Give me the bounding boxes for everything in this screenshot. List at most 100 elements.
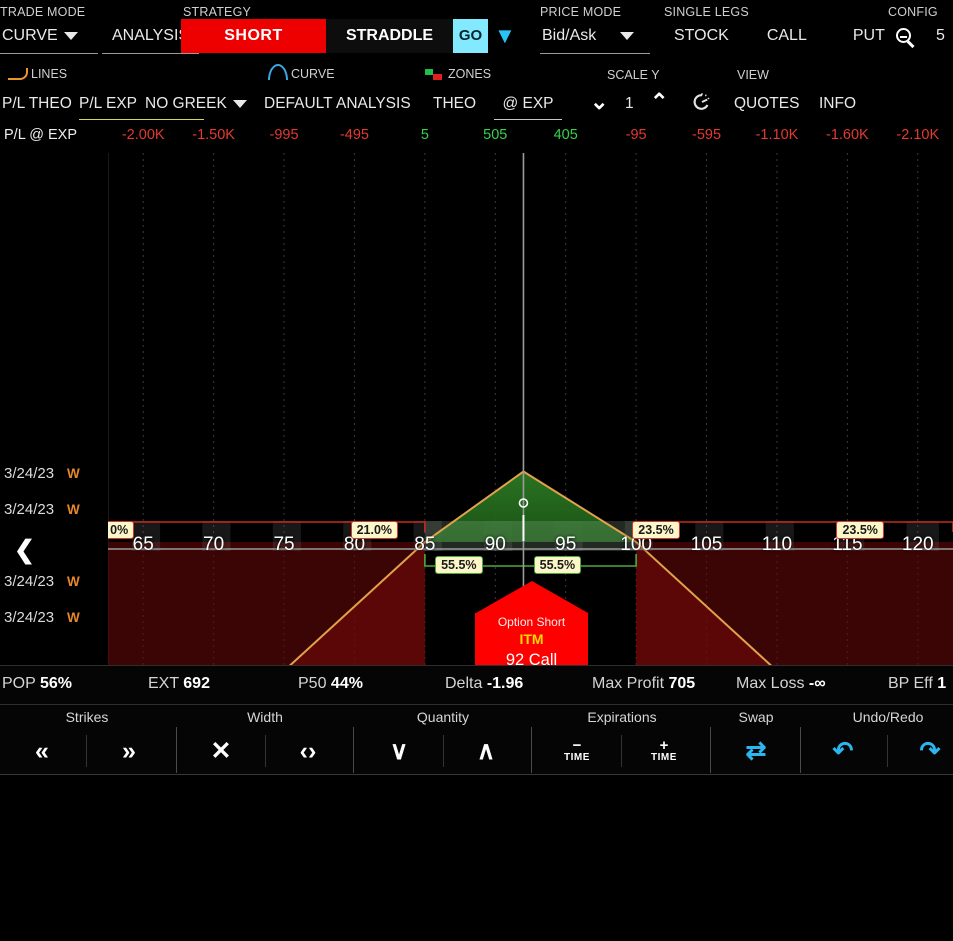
stat-value: -1.96 <box>486 675 524 692</box>
stats-bar: POP 56% EXT 692 P50 44% Delta -1.96 Max Prof… <box>0 665 953 705</box>
curve-toggle[interactable]: CURVE <box>268 63 335 81</box>
greek-select[interactable]: NO GREEK <box>145 92 253 116</box>
at-exp-tab[interactable]: @ EXP <box>494 92 562 120</box>
stat-label: EXT <box>148 675 179 692</box>
stat-label: Max Loss <box>736 675 805 692</box>
action-button-separator <box>886 735 888 767</box>
stat-label: Max Profit <box>592 675 665 692</box>
action-expirations-2[interactable]: + TIME <box>636 731 692 771</box>
zones-icon <box>425 68 443 80</box>
stat-label: Delta <box>445 675 483 692</box>
stat-value: 1 <box>937 675 947 692</box>
quotes-tab[interactable]: QUOTES <box>734 92 799 116</box>
config-value[interactable]: 5 <box>926 19 953 53</box>
action-group-caption: Swap <box>738 709 774 725</box>
single-legs-caption: SINGLE LEGS <box>664 5 749 19</box>
expiration-weekly-badge: W <box>67 610 80 625</box>
expiration-row[interactable]: 3/24/23 W <box>4 501 80 518</box>
stat-ext: EXT 692 <box>148 675 210 693</box>
action-swap-1[interactable]: ⇄ <box>728 731 784 771</box>
pl-axis-tick: 505 <box>483 127 508 143</box>
option-leg-tag[interactable]: Option Short ITM 92 Call 3/24 (22d) 3.60… <box>475 581 588 665</box>
analysis-tab[interactable]: ANALYSIS <box>336 92 411 116</box>
action-group-caption: Strikes <box>65 709 109 725</box>
zones-label: ZONES <box>448 67 492 81</box>
action-strikes-1[interactable]: « <box>14 731 70 771</box>
config-group: CONFIG 5 <box>888 5 953 53</box>
options-analysis-app: TRADE MODE CURVE ANALYSIS STRATEGY SHORT… <box>0 0 953 941</box>
greek-value: NO GREEK <box>145 95 227 112</box>
scale-y-increase-icon[interactable]: ⌃ <box>650 91 668 113</box>
stat-delta: Delta -1.96 <box>445 675 523 693</box>
stat-value: 705 <box>668 675 696 692</box>
strategy-direction-button[interactable]: SHORT <box>181 19 326 53</box>
pl-axis-tick: -1.50K <box>192 127 235 143</box>
stat-value: 44% <box>330 675 363 692</box>
stat-label: BP Eff <box>888 675 933 692</box>
pl-axis-tick: -595 <box>692 127 722 143</box>
action-quantity-2[interactable]: ∧ <box>458 731 514 771</box>
config-caption: CONFIG <box>888 5 938 19</box>
expiration-row[interactable]: 3/24/23 W <box>4 609 80 626</box>
scale-y-caption: SCALE Y <box>607 68 660 82</box>
zoom-out-icon[interactable] <box>896 28 918 50</box>
stat-label: P50 <box>298 675 327 692</box>
expiration-row[interactable]: 3/24/23 W <box>4 465 80 482</box>
stat-max-loss: Max Loss -∞ <box>736 675 826 693</box>
order-panel: Order AMZN -1Mar 2422d92PSTO3.25-1Mar 24… <box>0 775 953 936</box>
action-undo-redo-2[interactable]: ↷ <box>902 731 953 771</box>
price-mode-caption: PRICE MODE <box>540 5 622 19</box>
action-quantity-1[interactable]: ∨ <box>371 731 427 771</box>
action-width-2[interactable]: ‹› <box>280 731 336 771</box>
single-legs-group: SINGLE LEGS STOCK CALL PUT <box>664 5 895 53</box>
pl-axis-tick: 5 <box>420 127 429 143</box>
zones-toggle[interactable]: ZONES <box>425 67 491 81</box>
expiration-date: 3/24/23 <box>4 573 55 590</box>
expiration-date: 3/24/23 <box>4 465 55 482</box>
trade-mode-caption: TRADE MODE <box>0 5 86 19</box>
curve-icon <box>268 63 288 80</box>
pl-exp-label: P/L EXP <box>79 95 138 112</box>
action-group-caption: Undo/Redo <box>852 709 924 725</box>
action-group-caption: Expirations <box>587 709 657 725</box>
trade-mode-group: TRADE MODE CURVE ANALYSIS <box>0 5 200 54</box>
lines-label: LINES <box>31 67 68 81</box>
theo-tab[interactable]: THEO <box>433 92 476 116</box>
top-toolbar: TRADE MODE CURVE ANALYSIS STRATEGY SHORT… <box>0 0 953 62</box>
action-undo-redo-1[interactable]: ↶ <box>815 731 871 771</box>
single-leg-stock-button[interactable]: STOCK <box>664 19 739 53</box>
collapse-left-icon[interactable]: ❮ <box>14 535 35 565</box>
action-width-1[interactable]: ✕ <box>193 731 249 771</box>
strategy-type-button[interactable]: STRADDLE <box>326 19 453 53</box>
expiration-weekly-badge: W <box>67 502 80 517</box>
trade-mode-value: CURVE <box>2 26 58 44</box>
action-expirations-1[interactable]: − TIME <box>549 731 605 771</box>
gauge-reset-icon[interactable] <box>692 92 712 112</box>
scale-y-decrease-icon[interactable]: ⌄ <box>590 91 608 113</box>
single-leg-call-button[interactable]: CALL <box>757 19 817 53</box>
option-tag-header: Option Short <box>497 615 566 629</box>
go-button[interactable]: GO <box>453 19 488 53</box>
pl-theo-tab[interactable]: P/L THEO <box>2 92 72 116</box>
price-mode-select[interactable]: Bid/Ask <box>540 19 650 54</box>
chart-options-toolbar: LINES CURVE ZONES SCALE Y VIEW P/L THEO … <box>0 62 953 120</box>
trade-mode-select[interactable]: CURVE <box>0 19 98 54</box>
action-toolbar: Strikes « » Width ✕ ‹› Quantity ∨ ∧ Expirations − T… <box>0 705 953 775</box>
at-exp-label: @ EXP <box>502 95 554 112</box>
lines-toggle[interactable]: LINES <box>8 67 67 81</box>
pl-axis-tick: -2.10K <box>896 127 940 143</box>
stat-label: POP <box>2 675 36 692</box>
default-tab[interactable]: DEFAULT <box>264 92 333 116</box>
expiration-weekly-badge: W <box>67 466 80 481</box>
expiration-row[interactable]: 3/24/23 W <box>4 573 80 590</box>
option-tag-contract: 92 Call <box>505 651 558 665</box>
pl-axis-header: P/L @ EXP -2.00K -1.50K -995 -495 5 505 405 -95… <box>0 120 953 153</box>
expiration-date: 3/24/23 <box>4 501 55 518</box>
info-tab[interactable]: INFO <box>819 92 856 116</box>
action-button-separator <box>264 735 266 767</box>
pl-chart[interactable]: 3/24/23 W 3/24/23 W 3/24/23 W 3/24/23 W ❮ 65 70 7… <box>0 153 953 665</box>
action-strikes-2[interactable]: » <box>101 731 157 771</box>
action-group-divider <box>531 727 532 773</box>
price-mode-value: Bid/Ask <box>542 26 597 44</box>
strategy-chevron-down-icon[interactable]: ▼ <box>488 25 522 47</box>
